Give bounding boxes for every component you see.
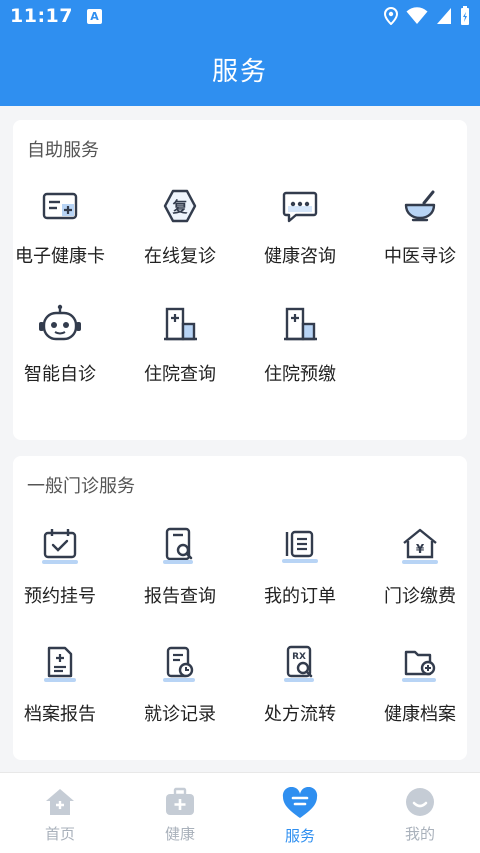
status-icons bbox=[384, 6, 470, 26]
service-label: 住院查询 bbox=[144, 364, 216, 385]
service-prescription-transfer[interactable]: RX 处方流转 bbox=[240, 642, 360, 734]
service-electronic-health-card[interactable]: 电子健康卡 bbox=[0, 184, 120, 276]
status-bar: 11:17 A bbox=[0, 0, 480, 32]
calendar-check-icon bbox=[38, 524, 82, 568]
service-label: 门诊缴费 bbox=[384, 586, 456, 607]
service-label: 健康档案 bbox=[384, 704, 456, 725]
tab-service[interactable]: 服务 bbox=[240, 773, 360, 853]
service-label: 健康咨询 bbox=[264, 246, 336, 267]
service-label: 我的订单 bbox=[264, 586, 336, 607]
service-outpatient-payment[interactable]: ¥ 门诊缴费 bbox=[360, 524, 480, 616]
hospital-icon bbox=[278, 302, 322, 346]
tab-label: 健康 bbox=[164, 825, 195, 843]
service-health-archive[interactable]: 健康档案 bbox=[360, 642, 480, 734]
order-icon bbox=[278, 524, 322, 568]
service-label: 档案报告 bbox=[24, 704, 96, 725]
profile-icon bbox=[406, 788, 434, 816]
battery-icon bbox=[461, 6, 469, 25]
wifi-icon bbox=[406, 7, 428, 24]
heart-service-icon bbox=[282, 787, 318, 818]
service-label: 报告查询 bbox=[144, 586, 216, 607]
section-title: 一般门诊服务 bbox=[27, 476, 135, 497]
robot-icon bbox=[38, 302, 82, 346]
health-card-icon bbox=[38, 184, 82, 228]
record-clock-icon bbox=[158, 642, 202, 686]
revisit-icon: 复 bbox=[158, 184, 202, 228]
service-inpatient-prepay[interactable]: 住院预缴 bbox=[240, 302, 360, 394]
location-icon bbox=[384, 7, 398, 25]
service-label: 就诊记录 bbox=[144, 704, 216, 725]
service-label: 在线复诊 bbox=[144, 246, 216, 267]
outpatient-service-card: 一般门诊服务 预约挂号 报告查询 我的订单 ¥ 门诊缴费 档案报告 就诊记录 R… bbox=[13, 456, 467, 760]
app-header: 服务 bbox=[0, 32, 480, 106]
page-title: 服务 bbox=[211, 56, 268, 87]
file-plus-icon bbox=[38, 642, 82, 686]
service-visit-records[interactable]: 就诊记录 bbox=[120, 642, 240, 734]
service-label: 预约挂号 bbox=[24, 586, 96, 607]
chat-icon bbox=[278, 184, 322, 228]
home-icon bbox=[46, 789, 74, 815]
service-tcm-consult[interactable]: 中医寻诊 bbox=[360, 184, 480, 276]
tab-health[interactable]: 健康 bbox=[120, 773, 240, 853]
bottom-tab-bar: 首页 健康 服务 我的 bbox=[0, 772, 480, 853]
prescription-search-icon: RX bbox=[278, 642, 322, 686]
service-label: 电子健康卡 bbox=[15, 246, 105, 267]
medkit-icon bbox=[166, 787, 194, 815]
self-service-card: 自助服务 电子健康卡 复 在线复诊 健康咨询 中医寻诊 智能自诊 住院查询 住院… bbox=[13, 120, 467, 440]
service-label: 处方流转 bbox=[264, 704, 336, 725]
service-archive-report[interactable]: 档案报告 bbox=[0, 642, 120, 734]
service-online-revisit[interactable]: 复 在线复诊 bbox=[120, 184, 240, 276]
service-health-consult[interactable]: 健康咨询 bbox=[240, 184, 360, 276]
service-inpatient-query[interactable]: 住院查询 bbox=[120, 302, 240, 394]
folder-plus-icon bbox=[398, 642, 442, 686]
tab-home[interactable]: 首页 bbox=[0, 773, 120, 853]
tab-profile[interactable]: 我的 bbox=[360, 773, 480, 853]
report-search-icon bbox=[158, 524, 202, 568]
rx-glyph: RX bbox=[292, 652, 306, 662]
yuan-glyph: ¥ bbox=[416, 542, 425, 556]
service-label: 住院预缴 bbox=[264, 364, 336, 385]
hospital-icon bbox=[158, 302, 202, 346]
tab-label: 我的 bbox=[404, 825, 435, 843]
revisit-glyph: 复 bbox=[171, 198, 188, 216]
mortar-icon bbox=[398, 184, 442, 228]
service-report-query[interactable]: 报告查询 bbox=[120, 524, 240, 616]
tab-label: 服务 bbox=[284, 827, 315, 845]
service-appointment[interactable]: 预约挂号 bbox=[0, 524, 120, 616]
service-my-orders[interactable]: 我的订单 bbox=[240, 524, 360, 616]
status-time: 11:17 bbox=[10, 5, 73, 27]
service-smart-self-diagnosis[interactable]: 智能自诊 bbox=[0, 302, 120, 394]
notification-badge-icon: A bbox=[86, 8, 102, 24]
outpatient-service-grid: 预约挂号 报告查询 我的订单 ¥ 门诊缴费 档案报告 就诊记录 RX 处方流转 … bbox=[0, 524, 480, 734]
signal-icon bbox=[437, 8, 451, 24]
tab-label: 首页 bbox=[44, 825, 75, 843]
service-label: 中医寻诊 bbox=[384, 246, 456, 267]
section-title: 自助服务 bbox=[27, 140, 99, 161]
service-label: 智能自诊 bbox=[24, 364, 96, 385]
self-service-grid: 电子健康卡 复 在线复诊 健康咨询 中医寻诊 智能自诊 住院查询 住院预缴 bbox=[0, 184, 480, 394]
payment-house-icon: ¥ bbox=[398, 524, 442, 568]
